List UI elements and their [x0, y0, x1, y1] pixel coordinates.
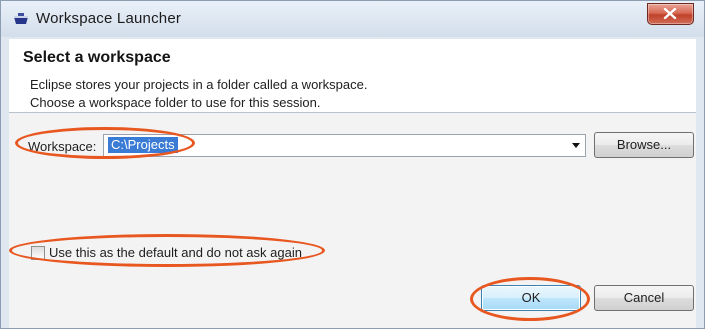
workspace-combo[interactable]: C:\Projects [103, 134, 586, 157]
header-panel: Select a workspace Eclipse stores your p… [9, 39, 696, 113]
close-icon [663, 8, 677, 19]
workspace-launcher-dialog: Workspace Launcher Select a workspace Ec… [0, 0, 705, 329]
cancel-button[interactable]: Cancel [594, 285, 694, 311]
eclipse-icon [13, 12, 29, 26]
browse-button[interactable]: Browse... [594, 132, 694, 158]
ok-button[interactable]: OK [481, 285, 581, 311]
window-title: Workspace Launcher [36, 10, 182, 27]
close-button[interactable] [647, 3, 694, 25]
description-line-1: Eclipse stores your projects in a folder… [30, 77, 368, 92]
default-checkbox-label[interactable]: Use this as the default and do not ask a… [49, 245, 302, 260]
title-bar: Workspace Launcher [1, 1, 704, 37]
description-line-2: Choose a workspace folder to use for thi… [30, 95, 321, 110]
dropdown-arrow-icon[interactable] [572, 143, 580, 148]
dialog-heading: Select a workspace [23, 49, 171, 66]
default-checkbox[interactable] [31, 246, 45, 260]
workspace-label: Workspace: [28, 139, 97, 154]
workspace-path-value[interactable]: C:\Projects [108, 137, 178, 153]
